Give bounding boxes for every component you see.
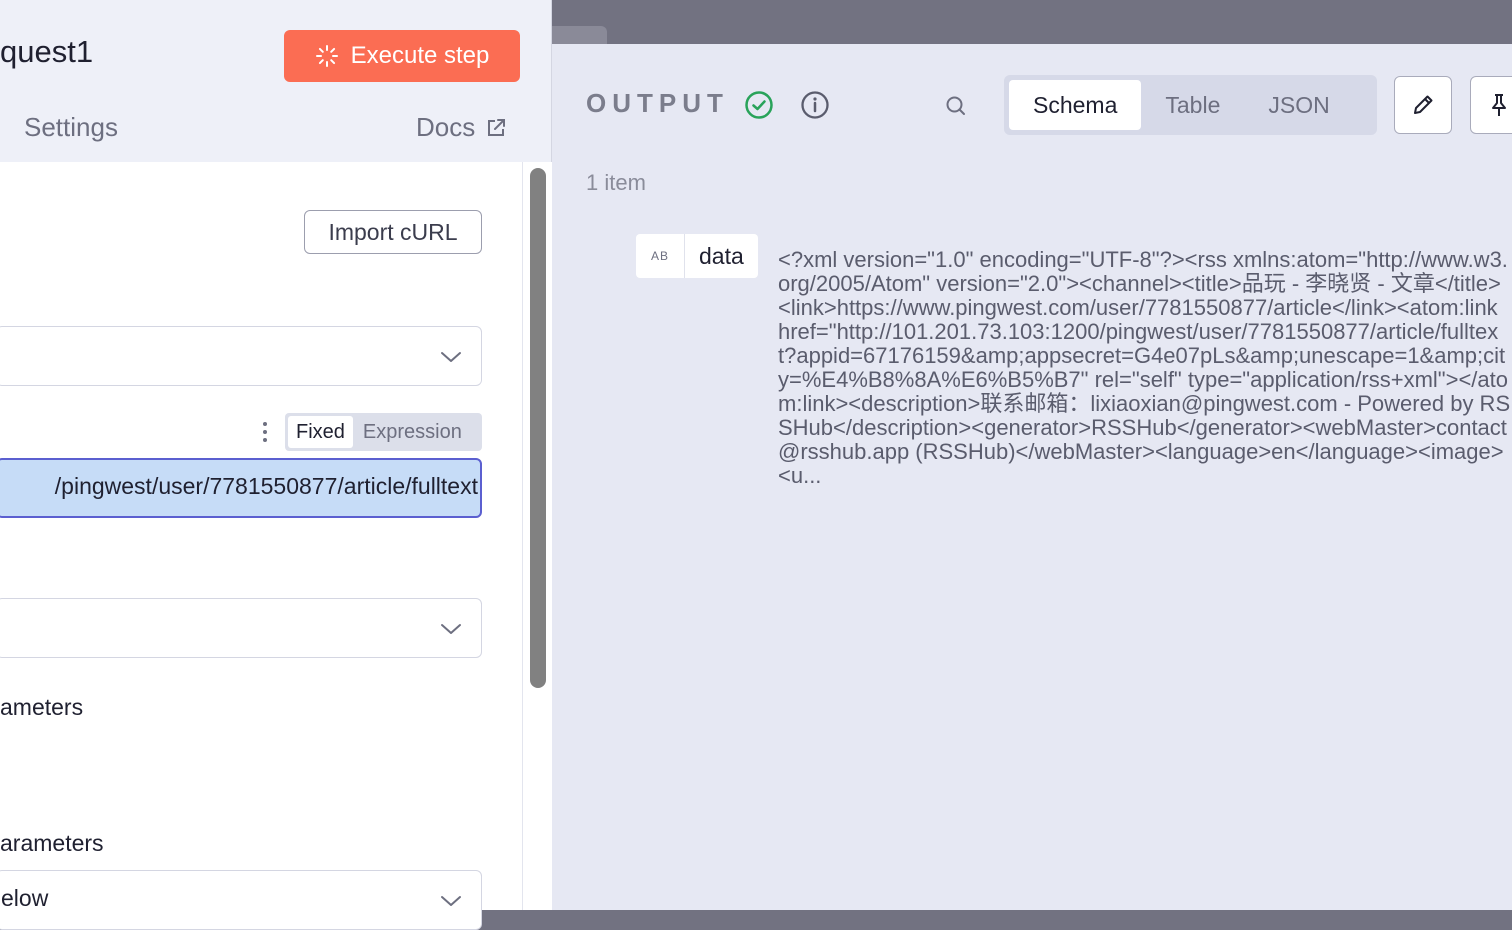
- pencil-icon: [1414, 95, 1433, 114]
- external-link-icon: [488, 118, 506, 136]
- more-options-icon[interactable]: [258, 420, 272, 444]
- fixed-expression-toggle: Fixed Expression: [285, 413, 482, 451]
- authentication-select[interactable]: [0, 598, 482, 658]
- method-select[interactable]: [0, 326, 482, 386]
- query-parameters-label: ameters: [0, 694, 84, 720]
- tab-docs[interactable]: Docs: [416, 112, 507, 143]
- node-title[interactable]: quest1: [0, 34, 93, 70]
- execute-step-label: Execute step: [350, 42, 490, 69]
- node-parameters-panel: quest1 Execute step Settings Docs Import…: [0, 0, 552, 930]
- edit-output-button[interactable]: [1394, 76, 1452, 134]
- view-toggle: Schema Table JSON: [1004, 75, 1377, 135]
- field-key[interactable]: data: [685, 243, 758, 270]
- search-icon[interactable]: [944, 94, 968, 118]
- info-icon[interactable]: [800, 90, 830, 120]
- chevron-down-icon: [441, 896, 461, 906]
- pin-data-button[interactable]: [1470, 76, 1512, 134]
- view-json[interactable]: JSON: [1244, 80, 1353, 130]
- tab-settings[interactable]: Settings: [24, 112, 118, 143]
- view-table[interactable]: Table: [1141, 80, 1244, 130]
- output-panel: OUTPUT Schema Table JSON 1 item AB data …: [552, 44, 1512, 910]
- background-tab: [552, 26, 607, 44]
- string-type-icon: AB: [636, 234, 685, 278]
- execute-step-button[interactable]: Execute step: [284, 30, 520, 82]
- headers-parameters-label: arameters: [0, 830, 104, 856]
- scrollbar-thumb[interactable]: [530, 168, 546, 688]
- panel-header: quest1 Execute step Settings Docs: [0, 0, 551, 162]
- output-title: OUTPUT: [586, 88, 729, 118]
- chevron-down-icon: [441, 352, 461, 362]
- chevron-down-icon: [441, 624, 461, 634]
- import-curl-button[interactable]: Import cURL: [304, 210, 482, 254]
- field-value: <?xml version="1.0" encoding="UTF-8"?><r…: [778, 248, 1511, 488]
- success-check-icon: [745, 91, 773, 119]
- pin-icon: [1492, 94, 1506, 116]
- mode-expression[interactable]: Expression: [355, 416, 470, 448]
- schema-field-chip: AB data: [636, 234, 758, 278]
- spinner-icon: [315, 45, 338, 67]
- mode-fixed[interactable]: Fixed: [288, 416, 353, 448]
- item-count: 1 item: [586, 170, 646, 195]
- url-value: /pingwest/user/7781550877/article/fullte…: [54, 473, 478, 499]
- url-input[interactable]: /pingwest/user/7781550877/article/fullte…: [0, 458, 482, 518]
- specify-select[interactable]: elow: [0, 870, 482, 930]
- docs-label: Docs: [416, 112, 476, 142]
- view-schema[interactable]: Schema: [1009, 80, 1142, 130]
- specify-select-value: elow: [1, 885, 49, 911]
